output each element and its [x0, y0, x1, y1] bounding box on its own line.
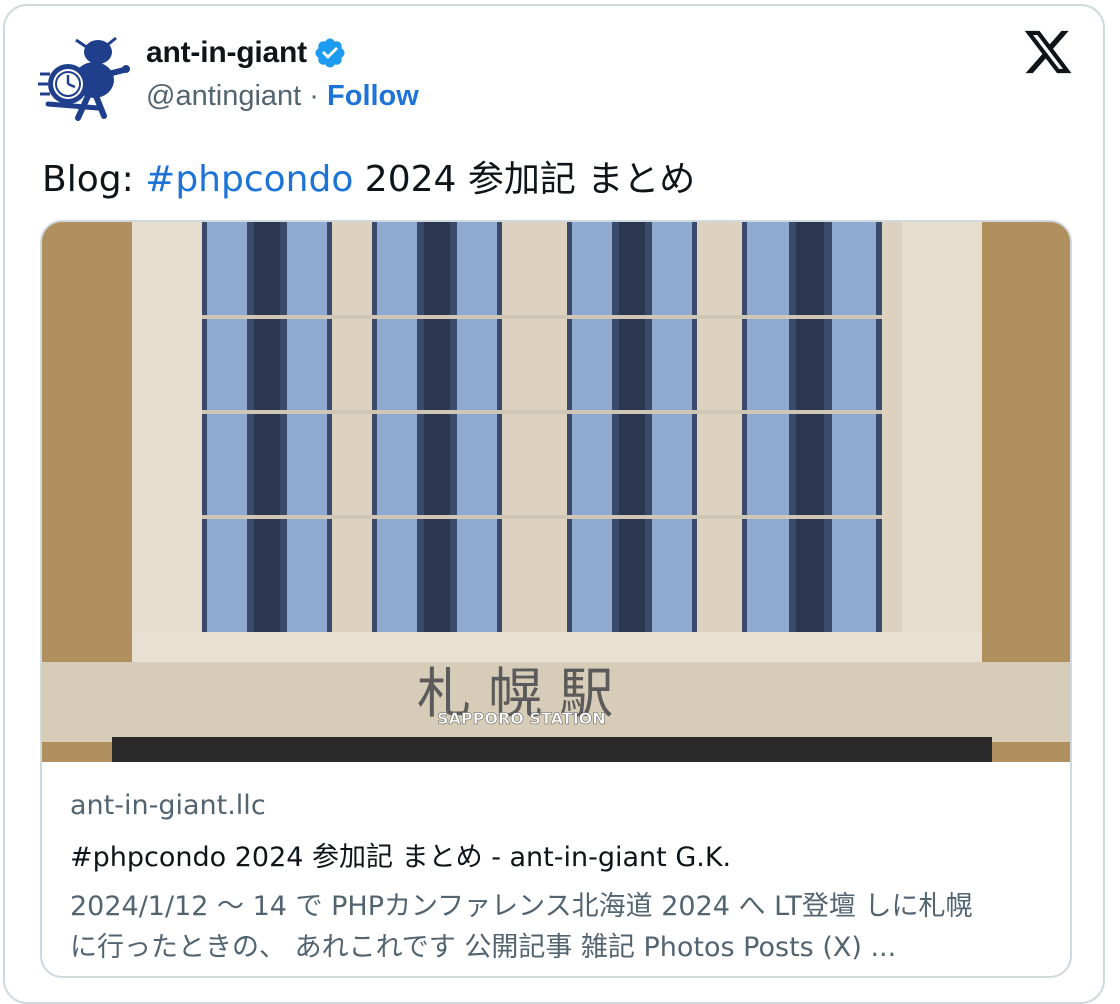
ant-running-with-clock-icon	[38, 36, 130, 121]
link-meta: ant-in-giant.llc #phpcondo 2024 参加記 まとめ …	[70, 790, 1060, 968]
window-column	[567, 222, 697, 632]
window-column	[372, 222, 502, 632]
link-preview-card[interactable]: 札 幌 駅 SAPPORO STATION ant-in-giant.llc #…	[40, 220, 1072, 978]
author-name-row: ant-in-giant	[146, 36, 347, 70]
tweet-prefix: Blog:	[42, 159, 146, 200]
x-logo-icon[interactable]	[1022, 26, 1074, 78]
tweet-text: Blog: #phpcondo 2024 参加記 まとめ	[42, 150, 695, 202]
verified-badge-icon	[315, 38, 345, 68]
window-column	[742, 222, 882, 632]
author-name[interactable]: ant-in-giant	[146, 36, 307, 70]
avatar[interactable]	[38, 34, 130, 126]
hashtag-link[interactable]: #phpcondo	[145, 159, 353, 200]
author-handle[interactable]: @antingiant	[146, 80, 301, 112]
link-preview-image[interactable]: 札 幌 駅 SAPPORO STATION	[42, 222, 1072, 762]
link-title[interactable]: #phpcondo 2024 参加記 まとめ - ant-in-giant G.…	[70, 835, 1060, 874]
link-domain: ant-in-giant.llc	[70, 790, 266, 821]
author-handle-row: @antingiant · Follow	[146, 80, 419, 113]
link-description-line: に行ったときの、 あれこれです 公開記事 雑記 Photos Posts (X)…	[70, 932, 897, 963]
tweet-suffix: 2024 参加記 まとめ	[353, 159, 696, 200]
station-sign-en: SAPPORO STATION	[437, 709, 606, 728]
window-column	[202, 222, 332, 632]
follow-button[interactable]: Follow	[327, 80, 419, 112]
separator-dot: ·	[309, 80, 319, 112]
link-description-line: 2024/1/12 〜 14 で PHPカンファレンス北海道 2024 へ LT…	[70, 891, 973, 922]
link-description: 2024/1/12 〜 14 で PHPカンファレンス北海道 2024 へ LT…	[70, 886, 1060, 968]
